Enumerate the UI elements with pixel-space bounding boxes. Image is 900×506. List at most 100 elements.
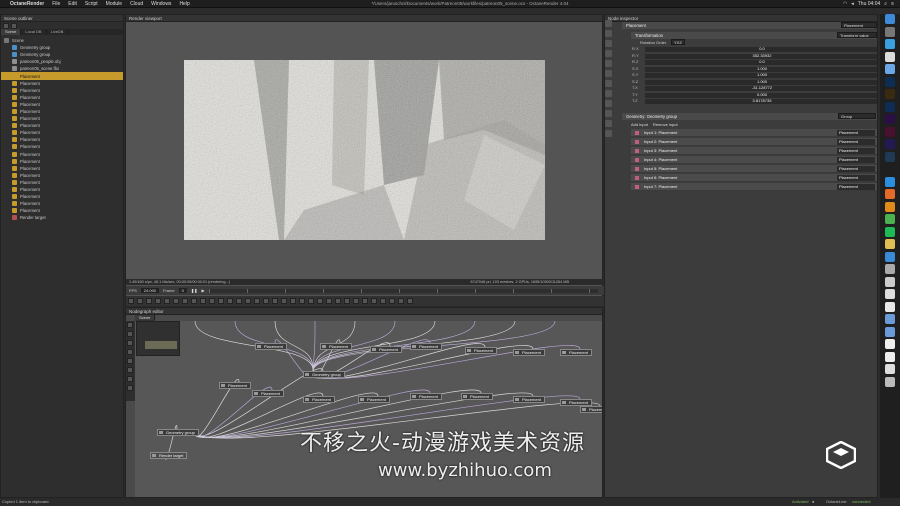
outliner-item[interactable]: Placement <box>1 80 123 87</box>
tab-livedb[interactable]: LiveDB <box>47 29 69 35</box>
outliner-item[interactable]: Placement <box>1 165 123 172</box>
menu-app-name[interactable]: OctaneRender <box>10 1 44 7</box>
geometry-input-combo[interactable]: Placement <box>837 166 875 172</box>
menu-help[interactable]: Help <box>179 1 189 7</box>
placement-node[interactable]: Placement <box>410 343 442 350</box>
photos-icon[interactable] <box>885 239 895 249</box>
render-target-icon[interactable] <box>605 100 612 107</box>
projection-node-icon[interactable] <box>605 120 612 127</box>
geometry-input-row[interactable]: Input 6: Placement Placement <box>631 174 877 182</box>
placement-node[interactable]: Placement <box>358 396 390 403</box>
xcode-icon[interactable] <box>885 251 895 262</box>
outliner-item[interactable]: Placement <box>1 115 123 122</box>
outliner-item[interactable]: Placement <box>1 172 123 179</box>
wifi-icon[interactable]: ◠ <box>843 1 847 7</box>
placement-node[interactable]: Placement <box>410 393 442 400</box>
outliner-item[interactable]: Placement <box>1 72 123 80</box>
fit-icon[interactable] <box>380 298 386 304</box>
geometry-input-row[interactable]: Input 7: Placement Placement <box>631 183 877 191</box>
outliner-item[interactable]: Placement <box>1 122 123 129</box>
stop-icon[interactable] <box>326 298 332 304</box>
launchpad-icon[interactable] <box>885 26 895 37</box>
menu-list-icon[interactable]: ≡ <box>891 1 894 7</box>
menu-script[interactable]: Script <box>85 1 98 7</box>
outliner-item[interactable]: Geometry group <box>1 51 123 58</box>
outliner-item[interactable]: Placement <box>1 129 123 136</box>
placement-node[interactable]: Placement <box>513 349 545 356</box>
placement-node[interactable]: Placement <box>252 390 284 397</box>
tab-scene-graph[interactable]: Scene <box>135 315 156 320</box>
group-icon[interactable] <box>127 358 133 364</box>
outliner-item[interactable]: Placement <box>1 136 123 143</box>
transform-value[interactable]: 1.000 <box>732 72 792 78</box>
remove-input-button[interactable]: Remove input <box>653 122 678 127</box>
appstore-icon[interactable] <box>885 176 895 187</box>
geometry-input-combo[interactable]: Placement <box>837 175 875 181</box>
menu-edit[interactable]: Edit <box>68 1 77 7</box>
ungroup-icon[interactable] <box>127 367 133 373</box>
transform-value[interactable]: 352.33932 <box>732 53 792 59</box>
tab-local-db[interactable]: Local DB <box>21 29 47 35</box>
grid-icon[interactable] <box>127 340 133 346</box>
menu-windows[interactable]: Windows <box>151 1 171 7</box>
outliner-item[interactable]: Geometry group <box>1 44 123 51</box>
save-icon[interactable] <box>308 298 314 304</box>
outliner-item[interactable]: patreon05_scene.fbx <box>1 65 123 72</box>
pick-object-icon[interactable] <box>209 298 215 304</box>
placement-node[interactable]: Placement <box>513 396 545 403</box>
transform-value[interactable]: 3.8178735 <box>732 98 792 104</box>
placement-node[interactable]: Placement <box>560 349 592 356</box>
recenter-icon[interactable] <box>128 298 134 304</box>
region-icon[interactable] <box>173 298 179 304</box>
menu-module[interactable]: Module <box>106 1 122 7</box>
mail-icon[interactable] <box>885 64 895 74</box>
clay-icon[interactable] <box>227 298 233 304</box>
notes-icon[interactable] <box>885 301 895 312</box>
outliner-item[interactable]: Placement <box>1 207 123 214</box>
play-icon[interactable]: ▶ <box>202 288 205 293</box>
move-icon[interactable] <box>389 298 395 304</box>
geometry-input-combo[interactable]: Placement <box>837 184 875 190</box>
decal-icon[interactable] <box>245 298 251 304</box>
geometry-type-combo[interactable]: Group <box>838 113 876 119</box>
export-icon[interactable] <box>317 298 323 304</box>
preview-icon[interactable] <box>885 276 895 287</box>
photoshop2-icon[interactable] <box>885 101 895 112</box>
lock-res-icon[interactable] <box>353 298 359 304</box>
restart-icon[interactable] <box>335 298 341 304</box>
outliner-item[interactable]: Placement <box>1 158 123 165</box>
trash2-icon[interactable] <box>885 376 895 387</box>
geometry-input-combo[interactable]: Placement <box>837 148 875 154</box>
geometry-input-combo[interactable]: Placement <box>837 130 875 136</box>
placement-node[interactable]: Placement <box>303 396 335 403</box>
trash-icon[interactable] <box>885 264 895 274</box>
tab-scene[interactable]: Scene <box>1 29 22 35</box>
gizmo-rotate-icon[interactable] <box>263 298 269 304</box>
lock-icon[interactable] <box>146 298 152 304</box>
subsample-icon[interactable] <box>236 298 242 304</box>
postprocess-node-icon[interactable] <box>605 90 612 97</box>
outliner-item[interactable]: Placement <box>1 87 123 94</box>
calendar-icon[interactable] <box>885 351 895 362</box>
outliner-item[interactable]: Placement <box>1 186 123 193</box>
pause-render-icon[interactable] <box>344 298 350 304</box>
transform-node-icon[interactable] <box>605 130 612 137</box>
camera-icon[interactable] <box>155 298 161 304</box>
outliner-item[interactable]: Placement <box>1 151 123 158</box>
pan-icon[interactable] <box>127 331 133 337</box>
camera-node-icon[interactable] <box>605 20 612 27</box>
transform-value[interactable]: 1.000 <box>732 66 792 72</box>
outliner-item[interactable]: patreon05_people.obj <box>1 58 123 65</box>
frame-icon[interactable] <box>127 385 133 391</box>
finder-icon[interactable] <box>885 14 895 24</box>
gizmo-scale-icon[interactable] <box>272 298 278 304</box>
vlc-icon[interactable] <box>885 201 895 212</box>
volume-icon[interactable]: ◂ <box>851 1 854 7</box>
safari-icon[interactable] <box>885 39 895 49</box>
pick-material-icon[interactable] <box>200 298 206 304</box>
placement-node[interactable]: Placement <box>320 343 352 350</box>
outliner-item[interactable]: Placement <box>1 200 123 207</box>
maps-icon[interactable] <box>885 214 895 224</box>
chrome-icon[interactable] <box>885 51 895 62</box>
photoshop-icon[interactable] <box>885 76 895 87</box>
